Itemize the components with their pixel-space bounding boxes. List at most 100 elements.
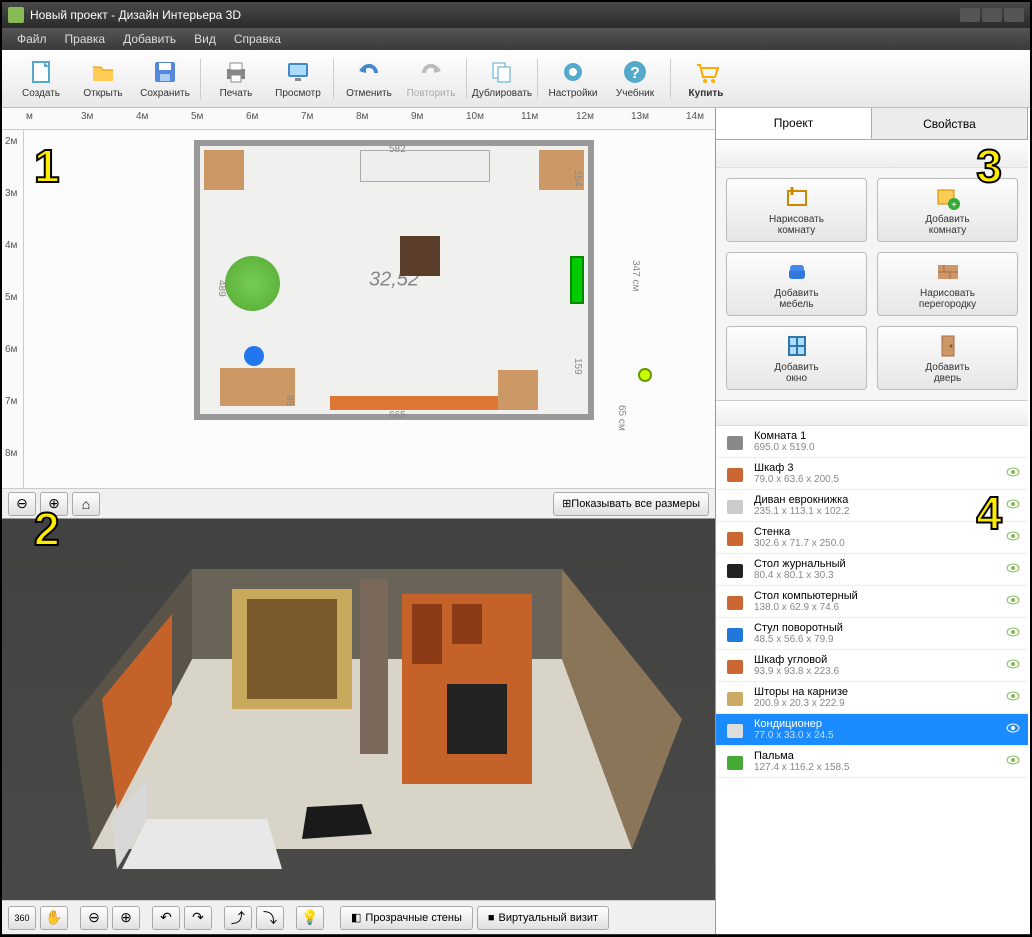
menu-Правка[interactable]: Правка — [56, 32, 115, 46]
rotate-handle[interactable] — [638, 368, 652, 382]
draw-partition-icon — [935, 259, 961, 285]
draw-room-button[interactable]: Нарисоватькомнату — [726, 178, 867, 242]
add-room-button[interactable]: +Добавитькомнату — [877, 178, 1018, 242]
rotate-left-button[interactable]: ↶ — [152, 906, 180, 930]
draw-room-icon — [784, 185, 810, 211]
add-window-icon — [784, 333, 810, 359]
print-button[interactable]: Печать — [205, 53, 267, 105]
undo-button[interactable]: Отменить — [338, 53, 400, 105]
help-button[interactable]: ?Учебник — [604, 53, 666, 105]
zoom-in-3d-button[interactable]: ⊕ — [112, 906, 140, 930]
action-grid: Нарисоватькомнату+ДобавитькомнатуДобавит… — [716, 168, 1028, 400]
visibility-icon[interactable] — [1006, 563, 1020, 576]
list-item[interactable]: Пальма127.4 x 116.2 x 158.5 — [716, 746, 1028, 778]
visibility-icon[interactable] — [1006, 691, 1020, 704]
object-list[interactable]: Комната 1695.0 x 519.0Шкаф 379.0 x 63.6 … — [716, 426, 1028, 934]
view-3d[interactable]: 360 ✋ ⊖ ⊕ ↶ ↷ ⤴ ⤵ 💡 ◧ Прозрачные стены ■… — [2, 518, 715, 934]
maximize-button[interactable] — [982, 8, 1002, 22]
close-button[interactable] — [1004, 8, 1024, 22]
visibility-icon[interactable] — [1006, 627, 1020, 640]
list-item[interactable]: Диван еврокнижка235.1 x 113.1 x 102.2 — [716, 490, 1028, 522]
visibility-icon[interactable] — [1006, 659, 1020, 672]
list-item[interactable]: Шкаф угловой93.9 x 93.8 x 223.6 — [716, 650, 1028, 682]
menu-Справка[interactable]: Справка — [225, 32, 290, 46]
list-item[interactable]: Шкаф 379.0 x 63.6 x 200.5 — [716, 458, 1028, 490]
add-furniture-button[interactable]: Добавитьмебель — [726, 252, 867, 316]
monitor-icon — [284, 58, 312, 86]
rotate360-button[interactable]: 360 — [8, 906, 36, 930]
visibility-icon[interactable] — [1006, 467, 1020, 480]
furniture-table[interactable] — [400, 236, 440, 276]
corner-icon — [724, 655, 746, 677]
toolbar-label: Сохранить — [140, 88, 190, 99]
zoom-out-button[interactable]: ⊖ — [8, 492, 36, 516]
wall-unit-icon — [724, 527, 746, 549]
redo-button[interactable]: Повторить — [400, 53, 462, 105]
item-name: Диван еврокнижка — [754, 494, 1006, 506]
furniture-chair[interactable] — [244, 346, 264, 366]
disk-icon — [151, 58, 179, 86]
furniture-sofa[interactable] — [360, 150, 490, 182]
item-name: Стул поворотный — [754, 622, 1006, 634]
app-icon — [8, 7, 24, 23]
zoom-out-3d-button[interactable]: ⊖ — [80, 906, 108, 930]
item-dims: 77.0 x 33.0 x 24.5 — [754, 730, 1006, 741]
pan-button[interactable]: ✋ — [40, 906, 68, 930]
ruler-horizontal: м3м4м5м6м7м8м9м10м11м12м13м14м — [2, 108, 715, 130]
buy-button[interactable]: Купить — [675, 53, 737, 105]
list-item[interactable]: Стул поворотный48.5 x 56.6 x 79.9 — [716, 618, 1028, 650]
main-toolbar: СоздатьОткрыть Сохранить ПечатьПросмотрОтм… — [2, 50, 1030, 108]
visibility-icon[interactable] — [1006, 723, 1020, 736]
list-item[interactable]: Стол журнальный80.4 x 80.1 x 30.3 — [716, 554, 1028, 586]
floorplan-2d[interactable]: 32,52 582 347 см 489 154 95 — [24, 130, 715, 488]
draw-partition-button[interactable]: Нарисоватьперегородку — [877, 252, 1018, 316]
list-item[interactable]: Стенка302.6 x 71.7 x 250.0 — [716, 522, 1028, 554]
rotate-right-button[interactable]: ↷ — [184, 906, 212, 930]
list-item[interactable]: Комната 1695.0 x 519.0 — [716, 426, 1028, 458]
list-item[interactable]: Кондиционер77.0 x 33.0 x 24.5 — [716, 714, 1028, 746]
item-dims: 302.6 x 71.7 x 250.0 — [754, 538, 1006, 549]
list-item[interactable]: Шторы на карнизе200.9 x 20.3 x 222.9 — [716, 682, 1028, 714]
selected-ac[interactable] — [570, 256, 584, 304]
visibility-icon[interactable] — [1006, 595, 1020, 608]
furniture-item[interactable] — [498, 370, 538, 410]
transparent-walls-button[interactable]: ◧ Прозрачные стены — [340, 906, 473, 930]
view-button[interactable]: Просмотр — [267, 53, 329, 105]
virtual-visit-button[interactable]: ■ Виртуальный визит — [477, 906, 609, 930]
ruler-vertical: 2м3м4м5м6м7м8м — [2, 130, 24, 488]
menu-Файл[interactable]: Файл — [8, 32, 56, 46]
ruler-tick: 5м — [5, 292, 17, 303]
visibility-icon[interactable] — [1006, 499, 1020, 512]
furniture-wall-unit[interactable] — [330, 396, 525, 410]
show-dimensions-button[interactable]: ⊞ Показывать все размеры — [553, 492, 709, 516]
menu-Добавить[interactable]: Добавить — [114, 32, 185, 46]
plan-toolbar: ⊖ ⊕ ⌂ ⊞ Показывать все размеры — [2, 488, 715, 518]
light-button[interactable]: 💡 — [296, 906, 324, 930]
tilt-down-button[interactable]: ⤵ — [256, 906, 284, 930]
list-item[interactable]: Стол компьютерный138.0 x 62.9 x 74.6 — [716, 586, 1028, 618]
create-button[interactable]: Создать — [10, 53, 72, 105]
tab-project[interactable]: Проект — [716, 108, 872, 139]
menubar: ФайлПравкаДобавитьВидСправка — [2, 28, 1030, 50]
ruler-tick: 14м — [686, 111, 704, 122]
minimize-button[interactable] — [960, 8, 980, 22]
dim-489: 489 — [216, 280, 227, 297]
ruler-tick: 13м — [631, 111, 649, 122]
furniture-cabinet[interactable] — [204, 150, 244, 190]
furniture-palm[interactable] — [225, 256, 280, 311]
room-outline[interactable]: 32,52 — [194, 140, 594, 420]
save-button[interactable]: Сохранить — [134, 53, 196, 105]
settings-button[interactable]: Настройки — [542, 53, 604, 105]
visibility-icon[interactable] — [1006, 755, 1020, 768]
zoom-in-button[interactable]: ⊕ — [40, 492, 68, 516]
open-button[interactable]: Открыть — [72, 53, 134, 105]
menu-Вид[interactable]: Вид — [185, 32, 225, 46]
item-dims: 695.0 x 519.0 — [754, 442, 1020, 453]
tilt-up-button[interactable]: ⤴ — [224, 906, 252, 930]
tab-properties[interactable]: Свойства — [872, 108, 1028, 139]
dup-button[interactable]: Дублировать — [471, 53, 533, 105]
add-door-button[interactable]: Добавитьдверь — [877, 326, 1018, 390]
add-window-button[interactable]: Добавитьокно — [726, 326, 867, 390]
visibility-icon[interactable] — [1006, 531, 1020, 544]
home-button[interactable]: ⌂ — [72, 492, 100, 516]
